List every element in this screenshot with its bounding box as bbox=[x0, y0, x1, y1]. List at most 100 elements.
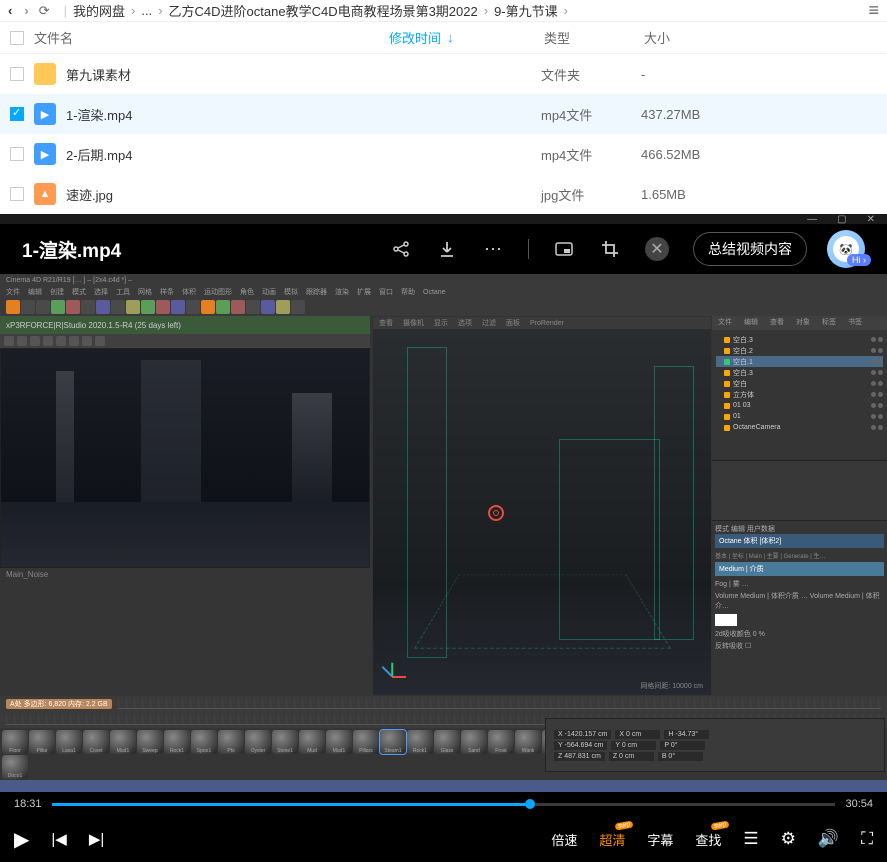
progress-bar-wrap: 18:31 30:54 bbox=[0, 792, 887, 816]
video-content[interactable]: Cinema 4D R21/R19 [… ] – [2x4.c4d *] – 文… bbox=[0, 274, 887, 792]
attr-row: 反转吸收 ☐ bbox=[715, 640, 884, 652]
action-divider bbox=[528, 239, 529, 259]
select-all-checkbox[interactable] bbox=[10, 31, 24, 45]
player-header: 1-渲染.mp4 ⋯ ✕ 总结视频内容 🐼 Hi › bbox=[0, 224, 887, 274]
quality-button[interactable]: 超清 swp bbox=[599, 830, 625, 849]
c4d-right-panel: 文件编辑查看对象标签书签 空白.3空白.2空白.1空白.3空白立方体01 030… bbox=[712, 316, 887, 696]
player-actions: ⋯ ✕ 总结视频内容 🐼 Hi › bbox=[390, 230, 865, 268]
file-size: 1.65MB bbox=[641, 187, 877, 202]
file-checkbox[interactable] bbox=[10, 67, 24, 81]
folder-icon bbox=[34, 63, 56, 85]
c4d-titlebar: Cinema 4D R21/R19 [… ] – [2x4.c4d *] – bbox=[0, 274, 887, 286]
minimize-button[interactable]: — bbox=[807, 214, 817, 225]
file-checkbox[interactable] bbox=[10, 187, 24, 201]
forward-button[interactable]: › bbox=[24, 3, 28, 18]
share-icon[interactable] bbox=[390, 238, 412, 260]
fullscreen-icon[interactable]: ⛶ bbox=[861, 829, 873, 849]
file-row[interactable]: ▶ 1-渲染.mp4 mp4文件 437.27MB bbox=[0, 94, 887, 134]
file-list-header: 文件名 修改时间 ↓ 类型 大小 bbox=[0, 22, 887, 54]
crop-icon[interactable] bbox=[599, 238, 621, 260]
attr-tabs: 基本 | 坐标 | Main | 主要 | Generate | 生… bbox=[715, 551, 884, 560]
viewport-grid-label: 网格间距: 10000 cm bbox=[640, 681, 703, 691]
c4d-coordinates: X -1420.157 cmX 0 cmH -34.73° Y -564.694… bbox=[545, 718, 885, 772]
prev-button[interactable]: |◀ bbox=[51, 830, 66, 848]
search-button[interactable]: 查找 swp bbox=[695, 830, 721, 849]
progress-fill bbox=[52, 803, 530, 806]
c4d-menu: 文件编辑创建模式选择工具网格样条体积运动图形角色动画模拟跟踪器渲染扩展窗口帮助O… bbox=[0, 286, 887, 298]
next-button[interactable]: ▶| bbox=[89, 830, 104, 848]
nav-arrows: ‹ › bbox=[8, 3, 29, 18]
c4d-left-panel: xP3RFORCE|R|Studio 2020.1.5-R4 (25 days … bbox=[0, 316, 370, 696]
c4d-viewport-menu: 查看摄像机显示选项过滤面板ProRender bbox=[373, 317, 711, 329]
file-row[interactable]: ▲ 速迹.jpg jpg文件 1.65MB bbox=[0, 174, 887, 214]
color-swatch bbox=[715, 614, 737, 626]
progress-thumb[interactable] bbox=[525, 799, 535, 809]
progress-bar[interactable] bbox=[52, 803, 836, 806]
col-type[interactable]: 类型 bbox=[544, 28, 644, 47]
breadcrumb-sep: › bbox=[158, 3, 162, 18]
maximize-button[interactable]: ▢ bbox=[837, 214, 846, 225]
file-name: 速迹.jpg bbox=[66, 185, 386, 204]
timeline-stat: A处 多边形: 6,820 内存: 2.2 GB bbox=[6, 699, 112, 709]
attr-subtitle: Medium | 介质 bbox=[715, 562, 884, 576]
player-title: 1-渲染.mp4 bbox=[22, 236, 332, 263]
c4d-render-toolbar bbox=[0, 334, 370, 348]
col-time-label: 修改时间 bbox=[389, 28, 441, 47]
menu-button[interactable]: ≡ bbox=[868, 0, 879, 21]
pip-icon[interactable] bbox=[553, 238, 575, 260]
col-size[interactable]: 大小 bbox=[644, 28, 877, 47]
time-total: 30:54 bbox=[845, 798, 873, 810]
attr-row: Volume Medium | 体积介质 … Volume Medium | 体… bbox=[715, 590, 884, 612]
file-size: 466.52MB bbox=[641, 147, 877, 162]
search-label: 查找 bbox=[695, 833, 721, 848]
breadcrumb-item[interactable]: 我的网盘 bbox=[73, 1, 125, 20]
volume-icon[interactable]: 🔊 bbox=[818, 829, 839, 849]
close-player-button[interactable]: ✕ bbox=[645, 237, 669, 261]
breadcrumb-item[interactable]: 乙方C4D进阶octane教学C4D电商教程场景第3期2022 bbox=[169, 1, 478, 20]
summarize-button[interactable]: 总结视频内容 bbox=[693, 232, 807, 266]
file-row[interactable]: ▶ 2-后期.mp4 mp4文件 466.52MB bbox=[0, 134, 887, 174]
file-checkbox[interactable] bbox=[10, 107, 24, 121]
file-type: 文件夹 bbox=[541, 65, 641, 84]
close-window-button[interactable]: ✕ bbox=[867, 214, 875, 225]
image-icon: ▲ bbox=[34, 183, 56, 205]
refresh-button[interactable]: ⟳ bbox=[39, 3, 50, 19]
breadcrumb-sep: › bbox=[131, 3, 135, 18]
breadcrumb-item[interactable]: 9-第九节课 bbox=[494, 1, 558, 20]
more-icon[interactable]: ⋯ bbox=[482, 238, 504, 260]
playlist-icon[interactable]: ☰ bbox=[743, 829, 758, 849]
timeline-ticks bbox=[118, 699, 881, 709]
file-type: mp4文件 bbox=[541, 105, 641, 124]
download-icon[interactable] bbox=[436, 238, 458, 260]
file-type: jpg文件 bbox=[541, 185, 641, 204]
viewport-axis-icon bbox=[379, 663, 405, 689]
file-type: mp4文件 bbox=[541, 145, 641, 164]
col-name[interactable]: 文件名 bbox=[34, 28, 389, 47]
file-list: 第九课素材 文件夹 - ▶ 1-渲染.mp4 mp4文件 437.27MB ▶ … bbox=[0, 54, 887, 214]
back-button[interactable]: ‹ bbox=[8, 3, 12, 18]
player-controls: ▶ |◀ ▶| 倍速 超清 swp 字幕 查找 swp ☰ ⚙ 🔊 ⛶ bbox=[0, 816, 887, 862]
subtitle-button[interactable]: 字幕 bbox=[647, 830, 673, 849]
breadcrumb-sep: › bbox=[564, 3, 568, 18]
play-button[interactable]: ▶ bbox=[14, 827, 29, 852]
c4d-render-preview bbox=[0, 348, 370, 568]
c4d-object-tabs: 文件编辑查看对象标签书签 bbox=[712, 316, 887, 330]
window-controls: — ▢ ✕ bbox=[0, 214, 887, 224]
time-current: 18:31 bbox=[14, 798, 42, 810]
file-checkbox[interactable] bbox=[10, 147, 24, 161]
sort-arrow-icon: ↓ bbox=[447, 30, 454, 45]
breadcrumb-item[interactable]: ... bbox=[141, 3, 152, 18]
file-row[interactable]: 第九课素材 文件夹 - bbox=[0, 54, 887, 94]
col-time[interactable]: 修改时间 ↓ bbox=[389, 28, 544, 47]
swp-badge: swp bbox=[711, 820, 730, 830]
top-navigation: ‹ › ⟳ | 我的网盘 › ... › 乙方C4D进阶octane教学C4D电… bbox=[0, 0, 887, 22]
c4d-object-tree: 空白.3空白.2空白.1空白.3空白立方体01 0301OctaneCamera bbox=[712, 330, 887, 460]
file-name: 第九课素材 bbox=[66, 65, 386, 84]
swp-badge: swp bbox=[614, 820, 633, 830]
breadcrumb: 我的网盘 › ... › 乙方C4D进阶octane教学C4D电商教程场景第3期… bbox=[73, 1, 869, 20]
video-player: — ▢ ✕ 1-渲染.mp4 ⋯ ✕ 总结视频内容 🐼 Hi › bbox=[0, 214, 887, 862]
avatar[interactable]: 🐼 Hi › bbox=[827, 230, 865, 268]
c4d-viewport: 查看摄像机显示选项过滤面板ProRender 网格间距: 10000 cm bbox=[372, 316, 712, 696]
speed-button[interactable]: 倍速 bbox=[551, 830, 577, 849]
settings-icon[interactable]: ⚙ bbox=[781, 829, 796, 849]
